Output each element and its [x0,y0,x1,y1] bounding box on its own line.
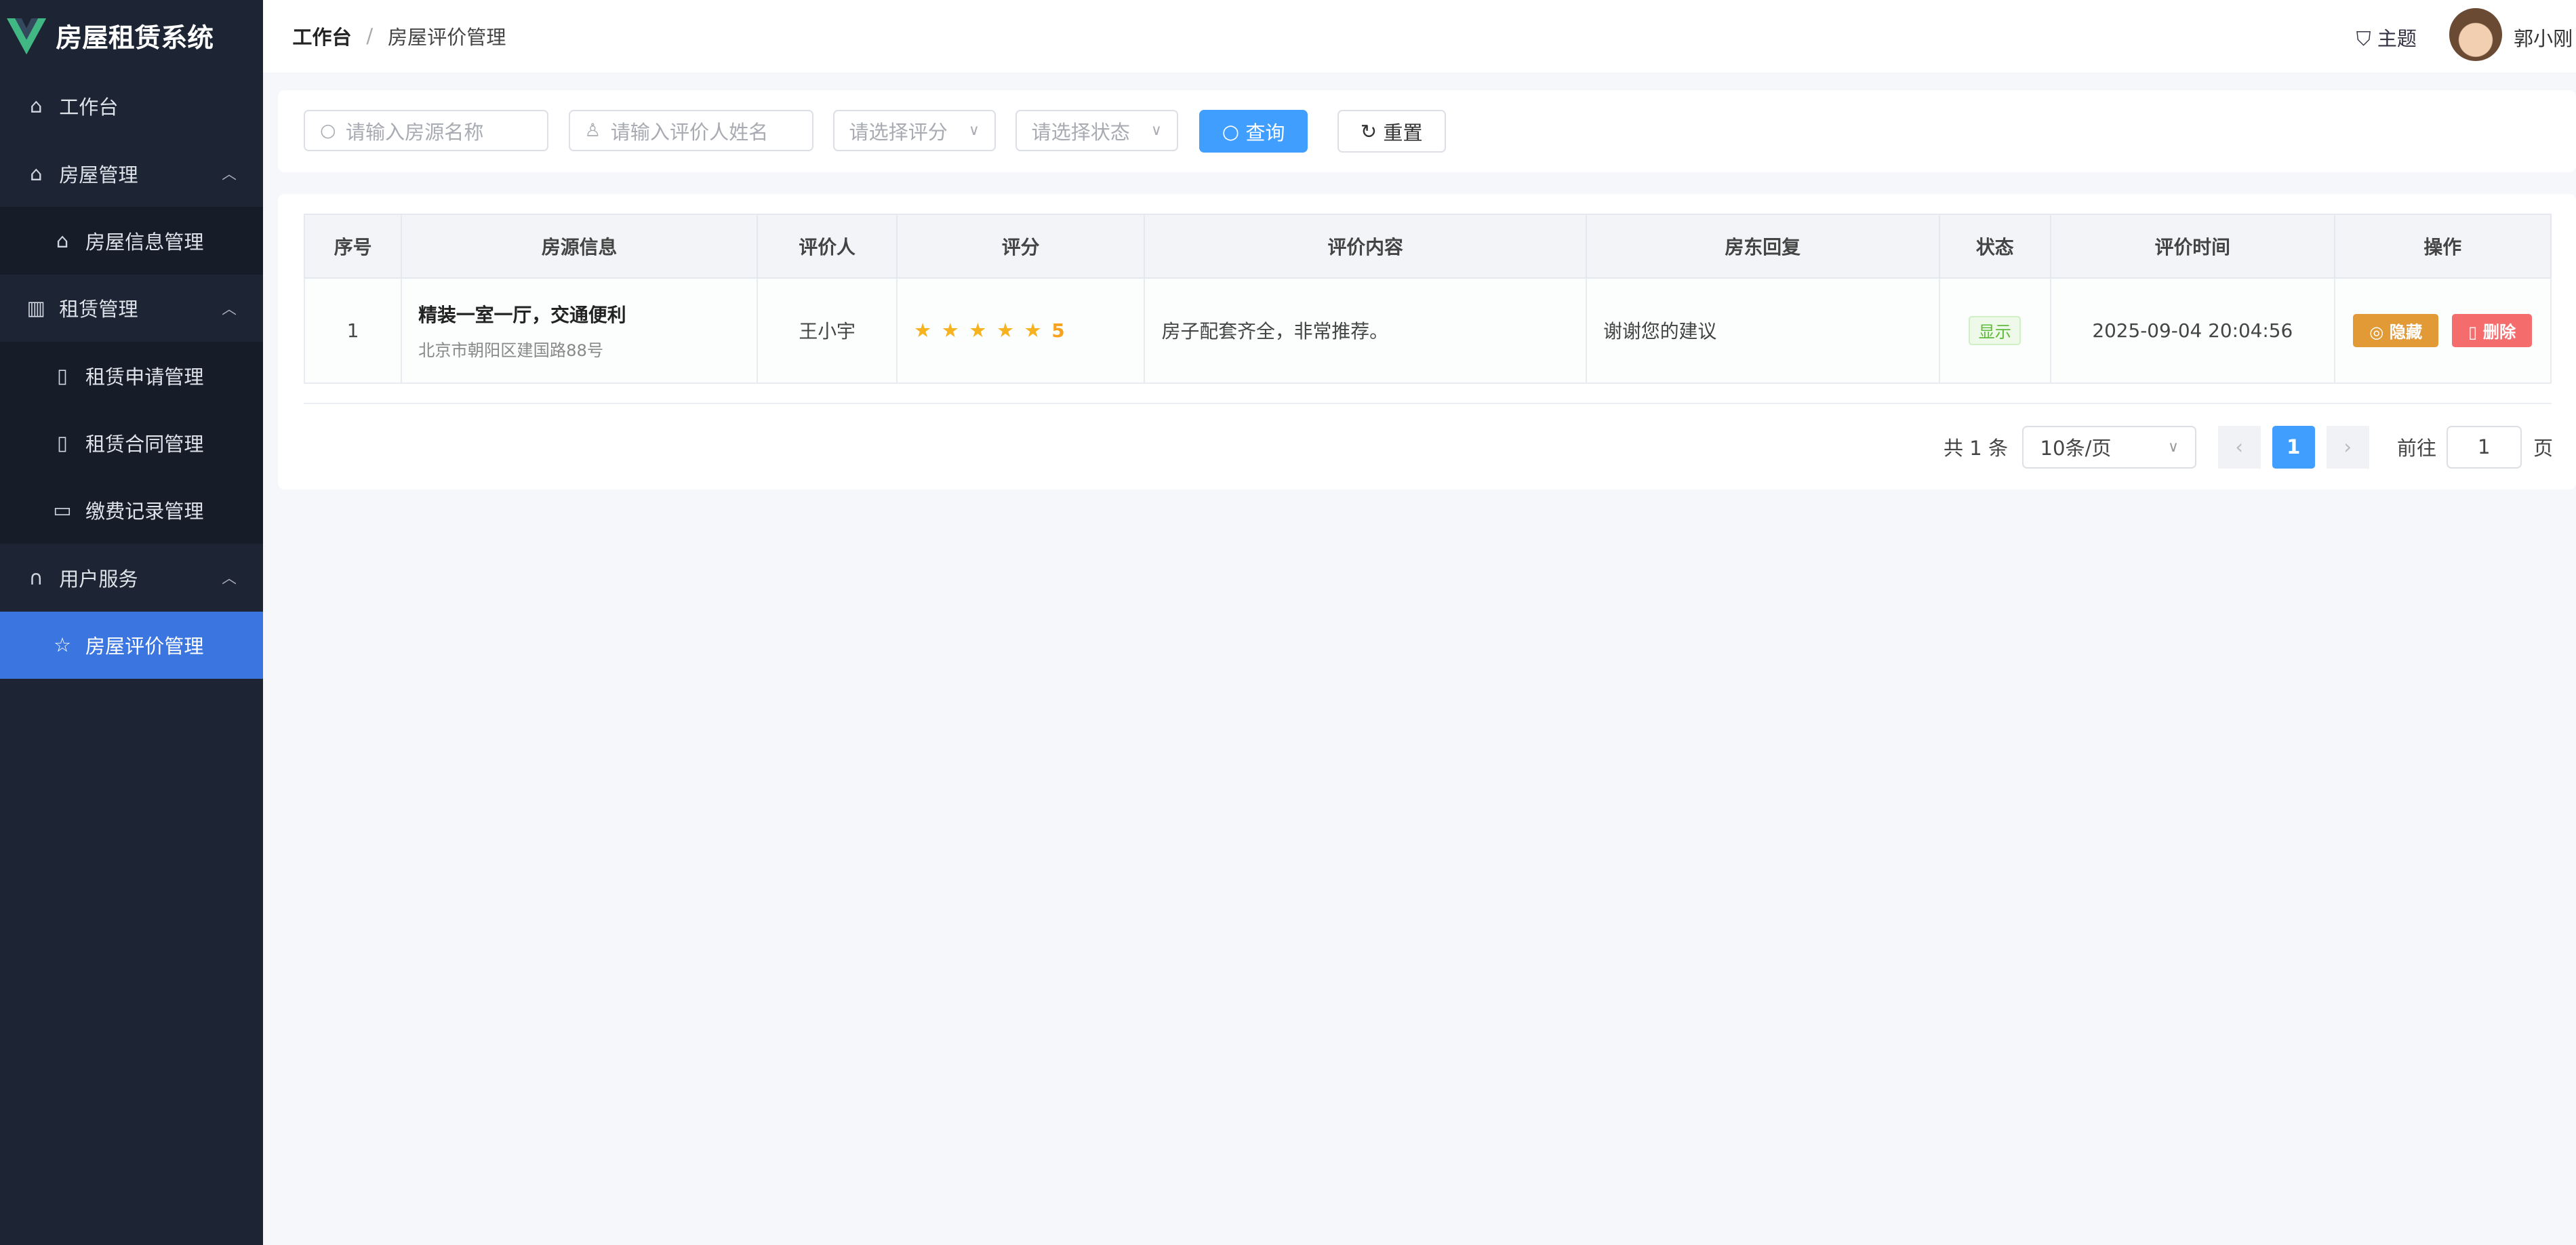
star-icon: ★ [1024,319,1042,342]
col-actions: 操作 [2335,214,2551,278]
sidebar-item-house[interactable]: ⌂房屋管理︿ [0,140,263,207]
goto-label: 前往 [2397,426,2436,469]
library-icon: ▥ [24,296,47,319]
breadcrumb-separator: / [366,24,373,47]
filter-card: ○请输入房源名称 ♙请输入评价人姓名 请选择评分∨ 请选择状态∨ ○ 查询 ↻ … [278,90,2576,172]
sidebar-item-house-review[interactable]: ☆房屋评价管理 [0,612,263,679]
sidebar-item-payment[interactable]: ▭缴费记录管理 [0,477,263,544]
review-table: 序号 房源信息 评价人 评分 评价内容 房东回复 状态 评价时间 操作 1 精装… [304,214,2551,384]
app-title: 房屋租赁系统 [56,17,214,55]
breadcrumb-home[interactable]: 工作台 [292,22,351,50]
theme-icon: ⛉ [2356,27,2377,50]
chevron-up-icon: ︿ [222,298,237,319]
divider [304,403,2551,404]
rating-select[interactable]: 请选择评分∨ [833,110,996,151]
vue-logo-icon [7,18,46,54]
logo: 房屋租赁系统 [0,0,263,73]
eye-icon: ◎ [2369,323,2390,342]
breadcrumb-current: 房屋评价管理 [388,22,506,50]
sidebar-item-lease[interactable]: ▥租赁管理︿ [0,275,263,342]
star-icon: ★ [942,319,959,342]
col-content: 评价内容 [1144,214,1586,278]
col-reply: 房东回复 [1586,214,1939,278]
prev-page-button[interactable]: ‹ [2218,426,2261,469]
rating-value: 5 [1051,319,1064,342]
page-1-button[interactable]: 1 [2272,426,2315,469]
pagination-total: 共 1 条 [1944,426,2008,469]
house-info: 精装一室一厅，交通便利北京市朝阳区建国路88号 [401,278,757,383]
reviewer-name: 王小宇 [757,278,897,383]
goto-page-input[interactable]: 1 [2447,426,2522,469]
house-name-input[interactable]: ○请输入房源名称 [304,110,548,151]
theme-button[interactable]: ⛉ 主题 [2356,23,2417,52]
col-rating: 评分 [897,214,1145,278]
sidebar-item-lease-contract[interactable]: ▯租赁合同管理 [0,409,263,476]
rating-stars: ★ ★ ★ ★ ★ 5 [897,278,1145,383]
review-time: 2025-09-04 20:04:56 [2051,278,2335,383]
chevron-down-icon: ∨ [1151,122,1162,139]
page-suffix: 页 [2533,426,2553,469]
landlord-reply: 谢谢您的建议 [1586,278,1939,383]
col-house: 房源信息 [401,214,757,278]
star-icon: ☆ [51,633,74,656]
chevron-up-icon: ︿ [222,567,237,588]
delete-button[interactable]: ▯ 删除 [2452,314,2533,348]
star-icon: ★ [914,319,931,342]
money-icon: ▭ [51,498,74,521]
sidebar-item-house-info[interactable]: ⌂房屋信息管理 [0,207,263,274]
document-icon: ▯ [51,364,74,387]
refresh-icon: ↻ [1361,120,1384,143]
avatar[interactable] [2449,8,2502,61]
house-icon: ⌂ [24,162,47,185]
next-page-button[interactable]: › [2327,426,2369,469]
chevron-down-icon: ∨ [2168,439,2179,456]
star-icon: ★ [969,319,986,342]
home-icon: ⌂ [24,94,47,117]
house-title: 精装一室一厅，交通便利 [418,300,755,328]
col-index: 序号 [304,214,401,278]
table-card: 序号 房源信息 评价人 评分 评价内容 房东回复 状态 评价时间 操作 1 精装… [278,194,2576,490]
status-cell: 显示 [1939,278,2051,383]
reset-button[interactable]: ↻ 重置 [1337,110,1446,153]
search-icon: ○ [1222,120,1246,143]
actions-cell: ◎ 隐藏 ▯ 删除 [2335,278,2551,383]
chevron-down-icon: ∨ [969,122,980,139]
col-time: 评价时间 [2051,214,2335,278]
house-icon: ⌂ [51,229,74,252]
table-header: 序号 房源信息 评价人 评分 评价内容 房东回复 状态 评价时间 操作 [304,214,2550,278]
headset-icon: ∩ [24,566,47,589]
trash-icon: ▯ [2468,323,2483,342]
star-icon: ★ [997,319,1014,342]
user-icon: ♙ [584,120,601,141]
header: 工作台 / 房屋评价管理 ⛉ 主题 郭小刚 [263,0,2576,73]
status-badge: 显示 [1969,316,2021,346]
sidebar-item-user-service[interactable]: ∩用户服务︿ [0,544,263,611]
search-button[interactable]: ○ 查询 [1199,110,1308,153]
col-reviewer: 评价人 [757,214,897,278]
sidebar-item-lease-apply[interactable]: ▯租赁申请管理 [0,342,263,409]
search-icon: ○ [320,120,336,141]
hide-button[interactable]: ◎ 隐藏 [2353,314,2439,348]
table-row: 1 精装一室一厅，交通便利北京市朝阳区建国路88号 王小宇 ★ ★ ★ ★ ★ 5 房子配… [304,278,2550,383]
reviewer-input[interactable]: ♙请输入评价人姓名 [569,110,813,151]
sidebar: 房屋租赁系统 ⌂工作台 ⌂房屋管理︿ ⌂房屋信息管理 ▥租赁管理︿ ▯租赁申请管… [0,0,263,1245]
col-status: 状态 [1939,214,2051,278]
status-select[interactable]: 请选择状态∨ [1015,110,1178,151]
document-checked-icon: ▯ [51,431,74,454]
sidebar-item-dashboard[interactable]: ⌂工作台 [0,73,263,140]
review-content: 房子配套齐全，非常推荐。 [1144,278,1586,383]
row-index: 1 [304,278,401,383]
house-address: 北京市朝阳区建国路88号 [418,337,755,361]
page-size-select[interactable]: 10条/页∨ [2022,426,2196,469]
user-name[interactable]: 郭小刚 [2514,23,2573,52]
chevron-up-icon: ︿ [222,163,237,184]
